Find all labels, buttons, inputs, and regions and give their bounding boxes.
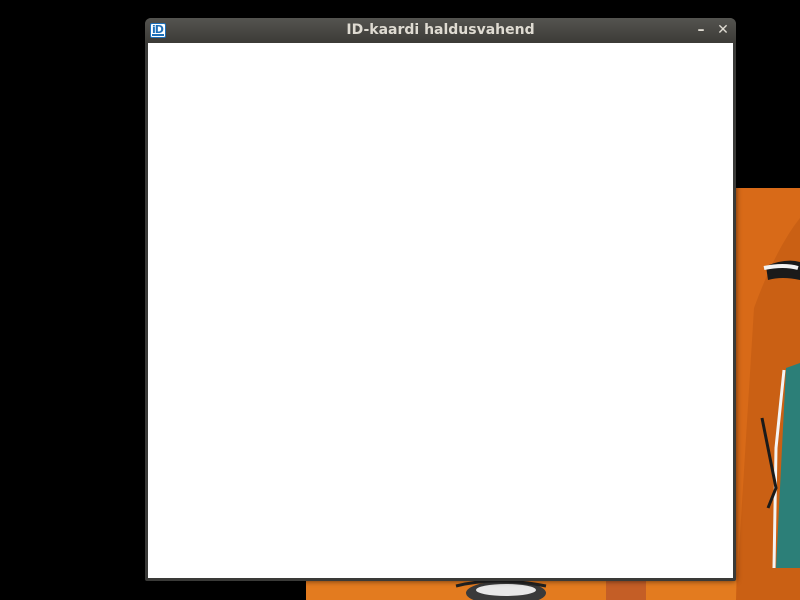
window-titlebar[interactable]: iD ID-kaardi haldusvahend – ✕ bbox=[145, 18, 736, 43]
desktop: iD ID-kaardi haldusvahend – ✕ bbox=[0, 0, 800, 600]
minimize-button[interactable]: – bbox=[692, 21, 710, 39]
close-icon: ✕ bbox=[717, 22, 729, 38]
id-card-icon: iD bbox=[150, 23, 166, 38]
window-title: ID-kaardi haldusvahend bbox=[346, 22, 535, 38]
app-window: iD ID-kaardi haldusvahend – ✕ bbox=[145, 18, 736, 581]
window-content-area bbox=[148, 43, 733, 578]
close-button[interactable]: ✕ bbox=[714, 21, 732, 39]
minimize-icon: – bbox=[697, 22, 705, 38]
